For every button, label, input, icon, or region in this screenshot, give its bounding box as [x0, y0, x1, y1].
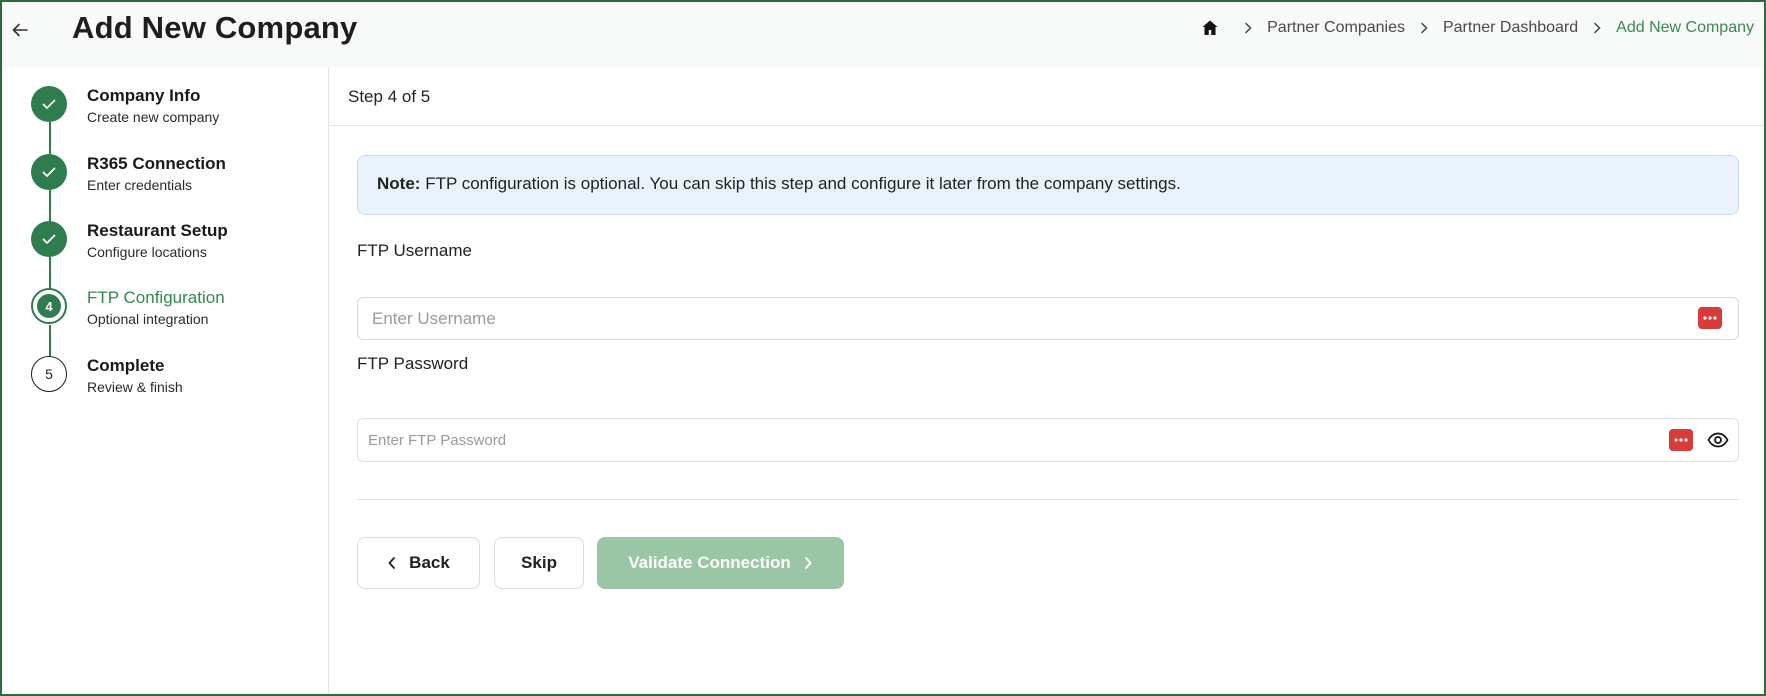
skip-button-label: Skip [521, 553, 557, 572]
arrow-left-icon[interactable] [8, 18, 32, 42]
ftp-username-input[interactable] [358, 298, 1738, 339]
note-text: FTP configuration is optional. You can s… [425, 174, 1181, 193]
validate-connection-button[interactable]: Validate Connection [597, 537, 844, 589]
eye-icon[interactable] [1707, 430, 1729, 450]
check-icon [31, 86, 67, 122]
back-button[interactable]: Back [357, 537, 480, 589]
step-title: Company Info [87, 86, 201, 105]
ftp-password-input[interactable] [358, 419, 1738, 461]
step-subtitle: Configure locations [87, 244, 207, 260]
step-title: Restaurant Setup [87, 221, 228, 240]
step-company-info[interactable]: Company Info Create new company [31, 86, 321, 130]
step-subtitle: Create new company [87, 109, 220, 125]
step-complete[interactable]: 5 Complete Review & finish [31, 356, 321, 400]
chevron-right-icon [1590, 21, 1604, 35]
password-manager-icon[interactable] [1669, 429, 1693, 451]
check-icon [31, 221, 67, 257]
main-content: Step 4 of 5 Note: FTP configuration is o… [330, 67, 1764, 694]
home-icon[interactable] [1201, 19, 1219, 37]
validate-button-label: Validate Connection [628, 553, 791, 572]
step-r365-connection[interactable]: R365 Connection Enter credentials [31, 154, 321, 198]
breadcrumb-item-partner-dashboard[interactable]: Partner Dashboard [1443, 19, 1578, 37]
ftp-password-field-wrapper [357, 418, 1739, 462]
app-frame: Add New Company Partner Companies Partne… [0, 0, 1766, 696]
skip-button[interactable]: Skip [494, 537, 584, 589]
page-title: Add New Company [72, 10, 358, 45]
breadcrumb: Partner Companies Partner Dashboard Add … [1201, 19, 1754, 37]
breadcrumb-item-partner-companies[interactable]: Partner Companies [1267, 19, 1405, 37]
ftp-username-label: FTP Username [357, 241, 472, 260]
chevron-right-icon [803, 556, 813, 570]
back-button-label: Back [409, 553, 450, 572]
ftp-username-field-wrapper [357, 297, 1739, 340]
breadcrumb-current: Add New Company [1616, 19, 1754, 36]
step-subtitle: Optional integration [87, 311, 209, 327]
step-indicator: Step 4 of 5 [348, 87, 431, 106]
chevron-right-icon [1417, 21, 1431, 35]
step-number-badge: 4 [31, 288, 67, 324]
password-manager-icon[interactable] [1698, 307, 1722, 329]
step-ftp-configuration[interactable]: 4 FTP Configuration Optional integration [31, 288, 321, 332]
ftp-password-label: FTP Password [357, 354, 469, 373]
divider [330, 125, 1764, 126]
step-number: 4 [37, 294, 61, 318]
step-title: Complete [87, 356, 165, 375]
step-number: 5 [31, 356, 67, 392]
chevron-left-icon [387, 556, 397, 570]
step-title: R365 Connection [87, 154, 226, 173]
info-note: Note: FTP configuration is optional. You… [357, 155, 1739, 215]
step-subtitle: Review & finish [87, 379, 183, 395]
chevron-right-icon [1241, 21, 1255, 35]
step-restaurant-setup[interactable]: Restaurant Setup Configure locations [31, 221, 321, 265]
step-title: FTP Configuration [87, 288, 225, 307]
note-label: Note: [377, 174, 421, 193]
stepper-sidebar: Company Info Create new company R365 Con… [2, 67, 329, 694]
check-icon [31, 154, 67, 190]
divider [357, 499, 1739, 500]
step-subtitle: Enter credentials [87, 177, 193, 193]
page-header: Add New Company Partner Companies Partne… [2, 2, 1764, 67]
